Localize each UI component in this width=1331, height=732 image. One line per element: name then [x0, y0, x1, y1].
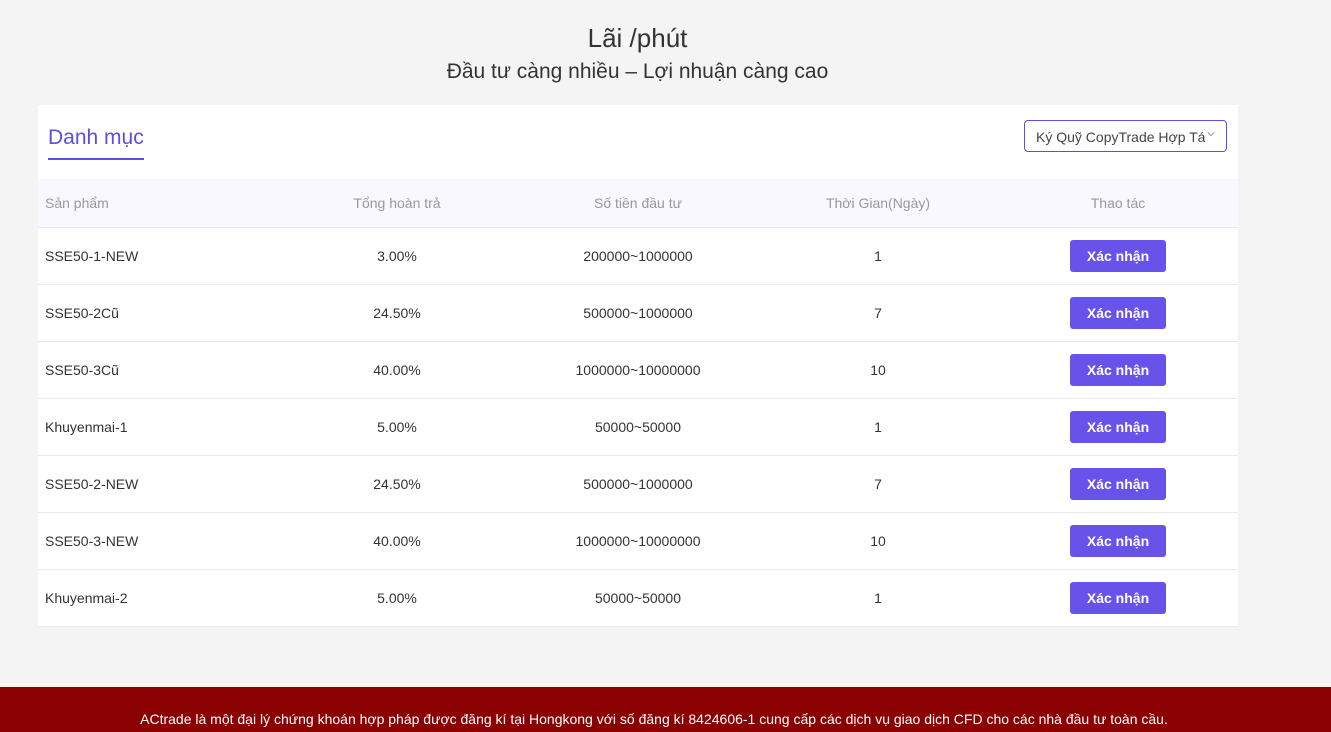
- tab-danh-muc[interactable]: Danh mục: [48, 125, 144, 160]
- product-card: Danh mục Ký Quỹ CopyTrade Hợp Tá Sản phẩ…: [38, 105, 1238, 627]
- product-name: SSE50-2Cũ: [45, 305, 119, 321]
- table-row: Khuyenmai-2 5.00% 50000~50000 1 Xác nhận: [38, 570, 1238, 627]
- confirm-button[interactable]: Xác nhận: [1070, 582, 1166, 614]
- table-header: Sản phẩm Tổng hoàn trả Số tiền đầu tư Th…: [38, 179, 1238, 228]
- action-cell: Xác nhận: [1038, 342, 1198, 398]
- investment-amount: 500000~1000000: [583, 476, 693, 492]
- investment-amount: 500000~1000000: [583, 305, 693, 321]
- duration-days: 7: [874, 305, 882, 321]
- chevron-down-icon: [1207, 132, 1215, 137]
- site-footer: ACtrade là một đại lý chứng khoán hợp ph…: [0, 687, 1331, 732]
- product-name: Khuyenmai-1: [45, 419, 128, 435]
- confirm-button[interactable]: Xác nhận: [1070, 525, 1166, 557]
- confirm-button[interactable]: Xác nhận: [1070, 468, 1166, 500]
- category-select-value: Ký Quỹ CopyTrade Hợp Tá: [1036, 129, 1206, 145]
- tab-bar: Danh mục Ký Quỹ CopyTrade Hợp Tá: [38, 105, 1238, 177]
- total-return: 24.50%: [373, 476, 421, 492]
- total-return: 3.00%: [377, 248, 417, 264]
- action-cell: Xác nhận: [1038, 399, 1198, 455]
- footer-disclaimer: ACtrade là một đại lý chứng khoán hợp ph…: [140, 711, 1168, 727]
- duration-days: 10: [870, 362, 886, 378]
- table-row: SSE50-2Cũ 24.50% 500000~1000000 7 Xác nh…: [38, 285, 1238, 342]
- page-title: Lãi /phút: [587, 23, 688, 53]
- duration-days: 1: [874, 590, 882, 606]
- product-name: SSE50-1-NEW: [45, 248, 139, 264]
- action-cell: Xác nhận: [1038, 570, 1198, 626]
- duration-days: 10: [870, 533, 886, 549]
- table-row: SSE50-2-NEW 24.50% 500000~1000000 7 Xác …: [38, 456, 1238, 513]
- duration-days: 1: [874, 419, 882, 435]
- table-row: SSE50-1-NEW 3.00% 200000~1000000 1 Xác n…: [38, 228, 1238, 285]
- total-return: 24.50%: [373, 305, 421, 321]
- action-cell: Xác nhận: [1038, 285, 1198, 341]
- column-header-product: Sản phẩm: [45, 195, 109, 211]
- product-name: Khuyenmai-2: [45, 590, 128, 606]
- confirm-button[interactable]: Xác nhận: [1070, 411, 1166, 443]
- investment-amount: 50000~50000: [594, 419, 682, 435]
- total-return: 5.00%: [377, 590, 417, 606]
- confirm-button[interactable]: Xác nhận: [1070, 354, 1166, 386]
- confirm-button[interactable]: Xác nhận: [1070, 240, 1166, 272]
- investment-amount: 50000~50000: [594, 590, 682, 606]
- total-return: 40.00%: [373, 362, 421, 378]
- product-name: SSE50-3Cũ: [45, 362, 119, 378]
- product-name: SSE50-3-NEW: [45, 533, 139, 549]
- column-header-days: Thời Gian(Ngày): [825, 195, 931, 211]
- product-name: SSE50-2-NEW: [45, 476, 139, 492]
- product-table: Sản phẩm Tổng hoàn trả Số tiền đầu tư Th…: [38, 179, 1238, 627]
- investment-amount: 1000000~10000000: [575, 362, 701, 378]
- duration-days: 1: [874, 248, 882, 264]
- column-header-return: Tổng hoàn trả: [353, 195, 441, 211]
- investment-amount: 1000000~10000000: [575, 533, 701, 549]
- page-subtitle: Đầu tư càng nhiều – Lợi nhuận càng cao: [446, 60, 829, 83]
- category-select[interactable]: Ký Quỹ CopyTrade Hợp Tá: [1024, 120, 1227, 152]
- confirm-button[interactable]: Xác nhận: [1070, 297, 1166, 329]
- table-row: SSE50-3Cũ 40.00% 1000000~10000000 10 Xác…: [38, 342, 1238, 399]
- column-header-amount: Số tiền đầu tư: [594, 195, 682, 211]
- total-return: 5.00%: [377, 419, 417, 435]
- action-cell: Xác nhận: [1038, 228, 1198, 284]
- action-cell: Xác nhận: [1038, 513, 1198, 569]
- table-row: SSE50-3-NEW 40.00% 1000000~10000000 10 X…: [38, 513, 1238, 570]
- table-row: Khuyenmai-1 5.00% 50000~50000 1 Xác nhận: [38, 399, 1238, 456]
- investment-amount: 200000~1000000: [583, 248, 693, 264]
- total-return: 40.00%: [373, 533, 421, 549]
- action-cell: Xác nhận: [1038, 456, 1198, 512]
- column-header-action: Thao tác: [1090, 195, 1146, 211]
- duration-days: 7: [874, 476, 882, 492]
